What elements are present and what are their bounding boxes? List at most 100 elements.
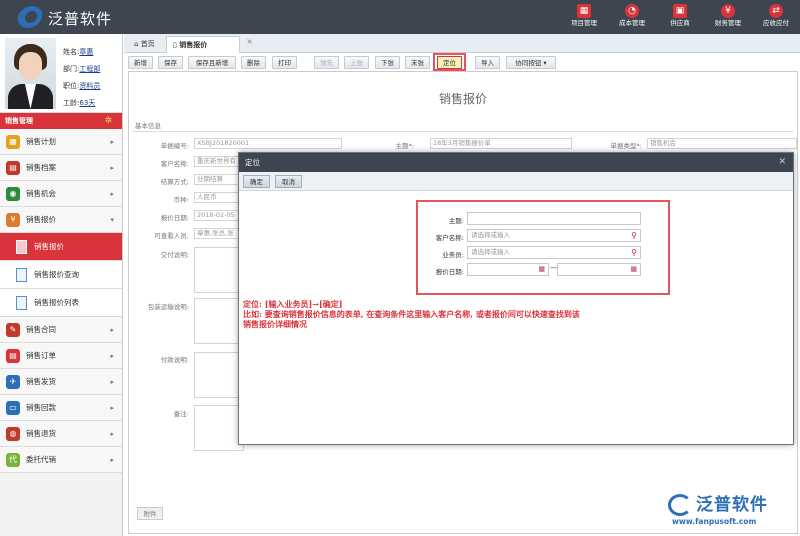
receivable-icon: ⇄ [769,4,783,18]
sidebar-item-consign[interactable]: 代委托代销 ▸ [0,447,122,473]
topnav-finance[interactable]: ¥ 财务管理 [708,4,748,28]
sidebar-item-plan[interactable]: ▦ 销售计划 ▸ [0,129,122,155]
topnav-supplier[interactable]: ▣ 供应商 [660,4,700,28]
sidebar-item-contract[interactable]: ✎ 销售合同 ▸ [0,317,122,343]
document-icon: ▯ [173,41,177,49]
date-field[interactable]: 2018-02-05 [194,210,240,221]
sidebar-item-return[interactable]: ◍ 销售退货 ▸ [0,421,122,447]
search-icon[interactable]: ⚲ [631,230,637,241]
packing-textarea[interactable] [194,298,244,344]
sidebar-item-label: 销售合同 [26,325,56,334]
settle-field[interactable]: 分期结算 [194,174,240,185]
query-subject-input[interactable] [467,212,641,225]
cancel-button[interactable]: 取消 [275,175,302,188]
card-icon: ▭ [6,401,20,415]
building-icon: ▦ [577,4,591,18]
label-subject: 主题*: [395,142,414,150]
currency-field[interactable]: 人民币 [194,192,240,203]
sidebar-item-label: 销售档案 [26,163,56,172]
topnav-project[interactable]: ▦ 项目管理 [564,4,604,28]
sidebar-item-opportunity[interactable]: ◉ 销售机会 ▸ [0,181,122,207]
customer-field[interactable]: 重庆新世界有 [194,156,240,167]
brand-url: www.fanpusoft.com [672,517,757,526]
chevron-down-icon: ▾ [110,216,114,224]
confirm-button[interactable]: 确定 [243,175,270,188]
archive-icon: ▤ [6,161,20,175]
chevron-right-icon: ▸ [110,404,114,412]
logo-text: 泛普软件 [48,10,113,28]
profile-info: 姓名:章惠 部门:工程部 职位:资料员 工龄:63天 [63,44,100,112]
user-name[interactable]: 章惠 [79,48,93,56]
locate-dialog: 定位 ✕ 确定 取消 主题: 客户名称: 请选择或输入 ⚲ 业务员: 请选择或输入 ⚲… [238,152,794,445]
query-label-customer: 客户名称: [435,234,464,242]
remark-textarea[interactable] [194,405,244,451]
gear-icon[interactable]: ✲ [104,113,112,129]
viewer-field[interactable]: 章惠,张总,张 [194,228,240,239]
instruction-note: 定位: [输入业务员]→[确定] 比如: 要查询销售报价信息的表单, 在查询条件… [243,299,683,329]
placeholder-text: 请选择或输入 [471,231,510,239]
search-icon[interactable]: ⚲ [631,247,637,258]
calendar-icon[interactable]: ▦ [630,264,637,275]
close-icon[interactable]: × [246,34,253,50]
last-button[interactable]: 末张 [405,56,430,69]
user-tenure[interactable]: 63天 [79,99,95,107]
first-button[interactable]: 领先 [314,56,339,69]
user-dept[interactable]: 工程部 [79,65,100,73]
tab-home[interactable]: ⌂ 首页 [128,36,161,53]
tab-bar: ⌂ 首页 ▯ 销售报价 × [124,34,800,53]
print-button[interactable]: 打印 [272,56,297,69]
sidebar-item-order[interactable]: ▤ 销售订单 ▸ [0,343,122,369]
note-line: 定位: [输入业务员]→[确定] [243,299,343,309]
query-date-from[interactable]: ▦ [467,263,549,276]
save-button[interactable]: 保存 [158,56,183,69]
chevron-right-icon: ▸ [110,138,114,146]
tab-sales-quote[interactable]: ▯ 销售报价 × [166,36,253,53]
payment-textarea[interactable] [194,352,244,398]
document-icon [16,296,27,310]
doc-no-field[interactable]: XSBJ201820001 [194,138,342,149]
chevron-right-icon: ▸ [110,352,114,360]
tenure-label: 工龄: [63,99,80,107]
query-customer-input[interactable]: 请选择或输入 ⚲ [467,229,641,242]
delivery-textarea[interactable] [194,247,244,293]
type-field[interactable]: 销售机会 [647,138,797,149]
sidebar-subitem-quote[interactable]: 销售报价 [0,233,122,261]
delete-button[interactable]: 删除 [241,56,266,69]
label-currency: 币种: [173,196,189,204]
label-no: 单据编号: [160,142,189,150]
label-delivery: 交付说明: [160,251,189,259]
sidebar-item-payment[interactable]: ▭ 销售回款 ▸ [0,395,122,421]
label-type: 单据类型*: [610,142,642,150]
calendar-icon[interactable]: ▦ [538,264,545,275]
sidebar-subitem-label: 销售报价列表 [34,298,79,307]
sidebar-item-quote[interactable]: ¥ 销售报价 ▾ [0,207,122,233]
sidebar-subitem-quote-query[interactable]: 销售报价查询 [0,261,122,289]
app-logo: 泛普软件 [15,6,158,30]
chevron-right-icon: ▸ [110,456,114,464]
topnav-receivable[interactable]: ⇄ 应收应付 [756,4,796,28]
next-button[interactable]: 下张 [375,56,400,69]
sidebar-subitem-quote-list[interactable]: 销售报价列表 [0,289,122,317]
label-settle: 结算方式: [160,178,189,186]
save-and-new-button[interactable]: 保存且新增 [188,56,236,69]
avatar [5,38,56,109]
topnav-cost[interactable]: ◔ 成本管理 [612,4,652,28]
pie-chart-icon: ◔ [625,4,639,18]
new-button[interactable]: 新增 [128,56,153,69]
close-icon[interactable]: ✕ [778,153,786,172]
attach-button[interactable]: 附件 [137,507,163,520]
query-date-to[interactable]: ▦ [557,263,641,276]
user-post[interactable]: 资料员 [79,82,100,90]
sidebar-item-shipping[interactable]: ✈ 销售发货 ▸ [0,369,122,395]
user-profile: 姓名:章惠 部门:工程部 职位:资料员 工龄:63天 [0,34,122,113]
chevron-right-icon: ▸ [110,378,114,386]
collab-button[interactable]: 协同按钮 ▾ [506,56,556,69]
sidebar: 姓名:章惠 部门:工程部 职位:资料员 工龄:63天 销售管理 ✲ ▦ 销售计划 ▸ … [0,34,123,536]
sidebar-item-archive[interactable]: ▤ 销售档案 ▸ [0,155,122,181]
label-packing: 包装运输说明: [147,303,189,311]
import-button[interactable]: 导入 [475,56,500,69]
query-salesman-input[interactable]: 请选择或输入 ⚲ [467,246,641,259]
home-icon: ⌂ [134,40,139,48]
prev-button[interactable]: 上张 [344,56,369,69]
subject-field[interactable]: 18年3月销售报价单 [430,138,572,149]
